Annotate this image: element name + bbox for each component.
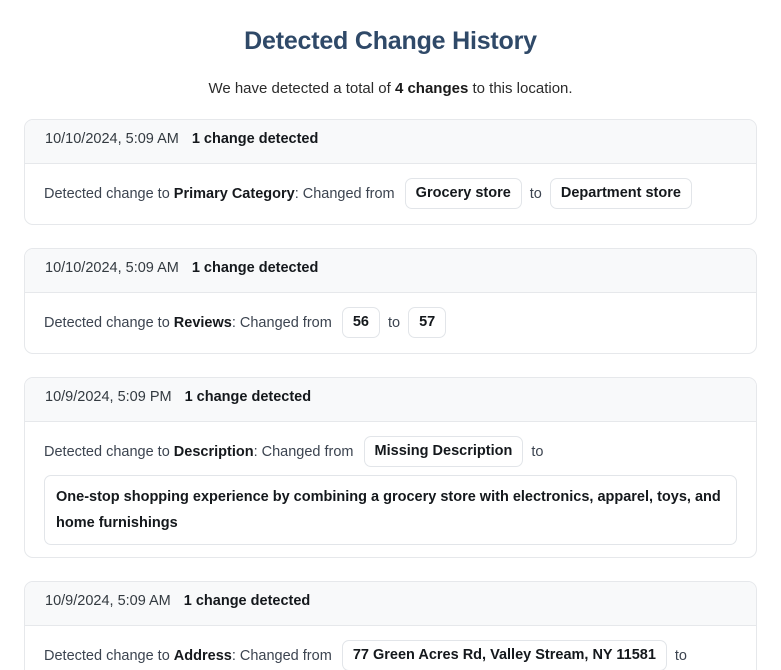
change-card-header: 10/10/2024, 5:09 AM 1 change detected xyxy=(25,120,756,164)
changed-from-text: : Changed from xyxy=(253,443,358,460)
change-card-header: 10/9/2024, 5:09 AM 1 change detected xyxy=(25,582,756,626)
change-card-body: Detected change to Reviews: Changed from… xyxy=(25,293,756,353)
changed-field-name: Description xyxy=(173,443,254,460)
to-separator: to xyxy=(531,443,544,460)
old-value-chip: Grocery store xyxy=(404,178,522,209)
change-card-body: Detected change to Description: Changed … xyxy=(25,422,756,557)
change-description: Detected change to Description: Changed … xyxy=(44,433,737,545)
change-card: 10/10/2024, 5:09 AM 1 change detected Dete… xyxy=(24,119,757,225)
change-card-body: Detected change to Primary Category: Cha… xyxy=(25,164,756,224)
change-description: Detected change to Reviews: Changed from… xyxy=(44,304,737,341)
change-list: 10/10/2024, 5:09 AM 1 change detected Dete… xyxy=(0,97,781,670)
change-card: 10/9/2024, 5:09 AM 1 change detected Detec… xyxy=(24,581,757,670)
change-count-label: 1 change detected xyxy=(191,260,319,276)
change-count-label: 1 change detected xyxy=(183,593,311,609)
to-separator: to xyxy=(529,185,542,202)
summary-suffix: to this location. xyxy=(468,80,573,97)
changed-field-name: Primary Category xyxy=(173,185,295,202)
summary-change-count: 4 changes xyxy=(394,80,469,97)
old-value-chip: 56 xyxy=(341,307,380,338)
change-description: Detected change to Address: Changed from… xyxy=(44,637,737,670)
change-card-header: 10/9/2024, 5:09 PM 1 change detected xyxy=(25,378,756,422)
change-timestamp: 10/10/2024, 5:09 AM xyxy=(45,260,179,276)
change-prefix-text: Detected change to xyxy=(44,314,174,331)
change-timestamp: 10/10/2024, 5:09 AM xyxy=(45,131,179,147)
old-value-chip: 77 Green Acres Rd, Valley Stream, NY 115… xyxy=(341,640,667,670)
changed-from-text: : Changed from xyxy=(231,314,336,331)
summary-text: We have detected a total of 4 changes to… xyxy=(0,56,781,97)
changed-from-text: : Changed from xyxy=(294,185,399,202)
changed-from-text: : Changed from xyxy=(231,647,336,664)
change-description: Detected change to Primary Category: Cha… xyxy=(44,175,737,212)
new-value-chip: One-stop shopping experience by combinin… xyxy=(44,475,737,545)
change-history-page: Detected Change History We have detected… xyxy=(0,0,781,670)
change-card-header: 10/10/2024, 5:09 AM 1 change detected xyxy=(25,249,756,293)
change-card-body: Detected change to Address: Changed from… xyxy=(25,626,756,670)
changed-field-name: Address xyxy=(173,647,232,664)
to-separator: to xyxy=(387,314,401,331)
to-separator: to xyxy=(674,647,687,664)
change-prefix-text: Detected change to xyxy=(44,443,174,460)
new-value-chip: 57 xyxy=(408,307,447,338)
change-count-label: 1 change detected xyxy=(184,389,312,405)
old-value-chip: Missing Description xyxy=(363,436,524,467)
change-timestamp: 10/9/2024, 5:09 AM xyxy=(45,593,171,609)
new-value-chip: Department store xyxy=(549,178,692,209)
change-card: 10/9/2024, 5:09 PM 1 change detected Detec… xyxy=(24,377,757,558)
change-prefix-text: Detected change to xyxy=(44,185,174,202)
changed-field-name: Reviews xyxy=(173,314,232,331)
page-title: Detected Change History xyxy=(244,27,537,55)
summary-prefix: We have detected a total of xyxy=(208,80,395,97)
change-timestamp: 10/9/2024, 5:09 PM xyxy=(45,389,172,405)
change-count-label: 1 change detected xyxy=(191,131,319,147)
change-prefix-text: Detected change to xyxy=(44,647,174,664)
change-card: 10/10/2024, 5:09 AM 1 change detected Dete… xyxy=(24,248,757,354)
